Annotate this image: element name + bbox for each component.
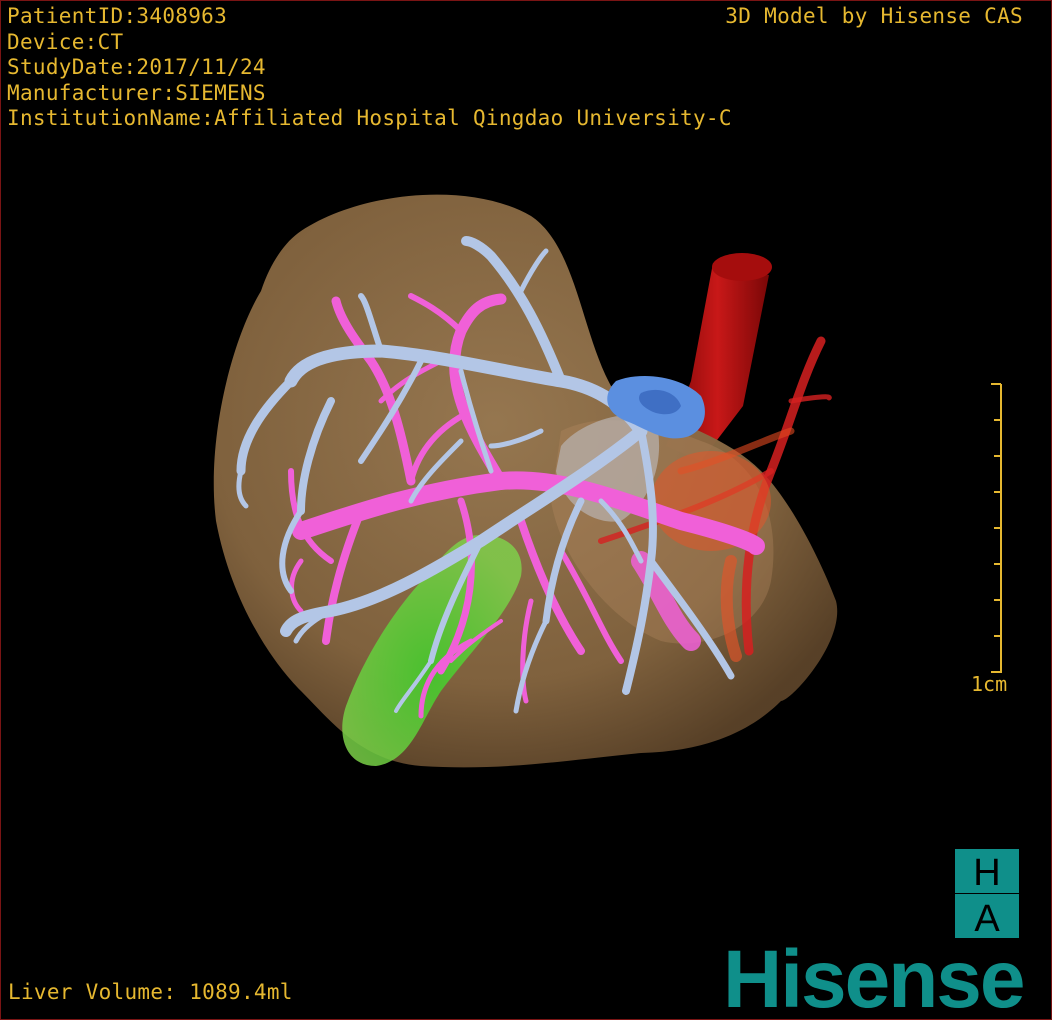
patient-info-block: PatientID:3408963 Device:CT StudyDate:20…	[7, 4, 732, 132]
ha-logo-letter-h: H	[973, 852, 1000, 894]
device-text: Device:CT	[7, 29, 124, 54]
hisense-logo: Hisense	[723, 934, 1026, 1016]
ha-logo: H A	[955, 849, 1019, 938]
institution-text: InstitutionName:Affiliated Hospital Qing…	[7, 106, 732, 130]
manufacturer-text: Manufacturer:SIEMENS	[7, 80, 266, 105]
scale-label: 1cm	[971, 672, 1008, 696]
patient-id-text: PatientID:3408963	[7, 4, 228, 28]
liver-3d-model[interactable]	[1, 1, 1051, 1019]
brand-name: Hisense	[723, 934, 1024, 1016]
liver-volume-text: Liver Volume: 1089.4ml	[8, 980, 293, 1004]
model-credit-text: 3D Model by Hisense CAS	[725, 4, 1023, 28]
render-viewport[interactable]: PatientID:3408963 Device:CT StudyDate:20…	[0, 0, 1052, 1020]
scale-bar	[991, 383, 1002, 673]
study-date-text: StudyDate:2017/11/24	[7, 55, 266, 79]
